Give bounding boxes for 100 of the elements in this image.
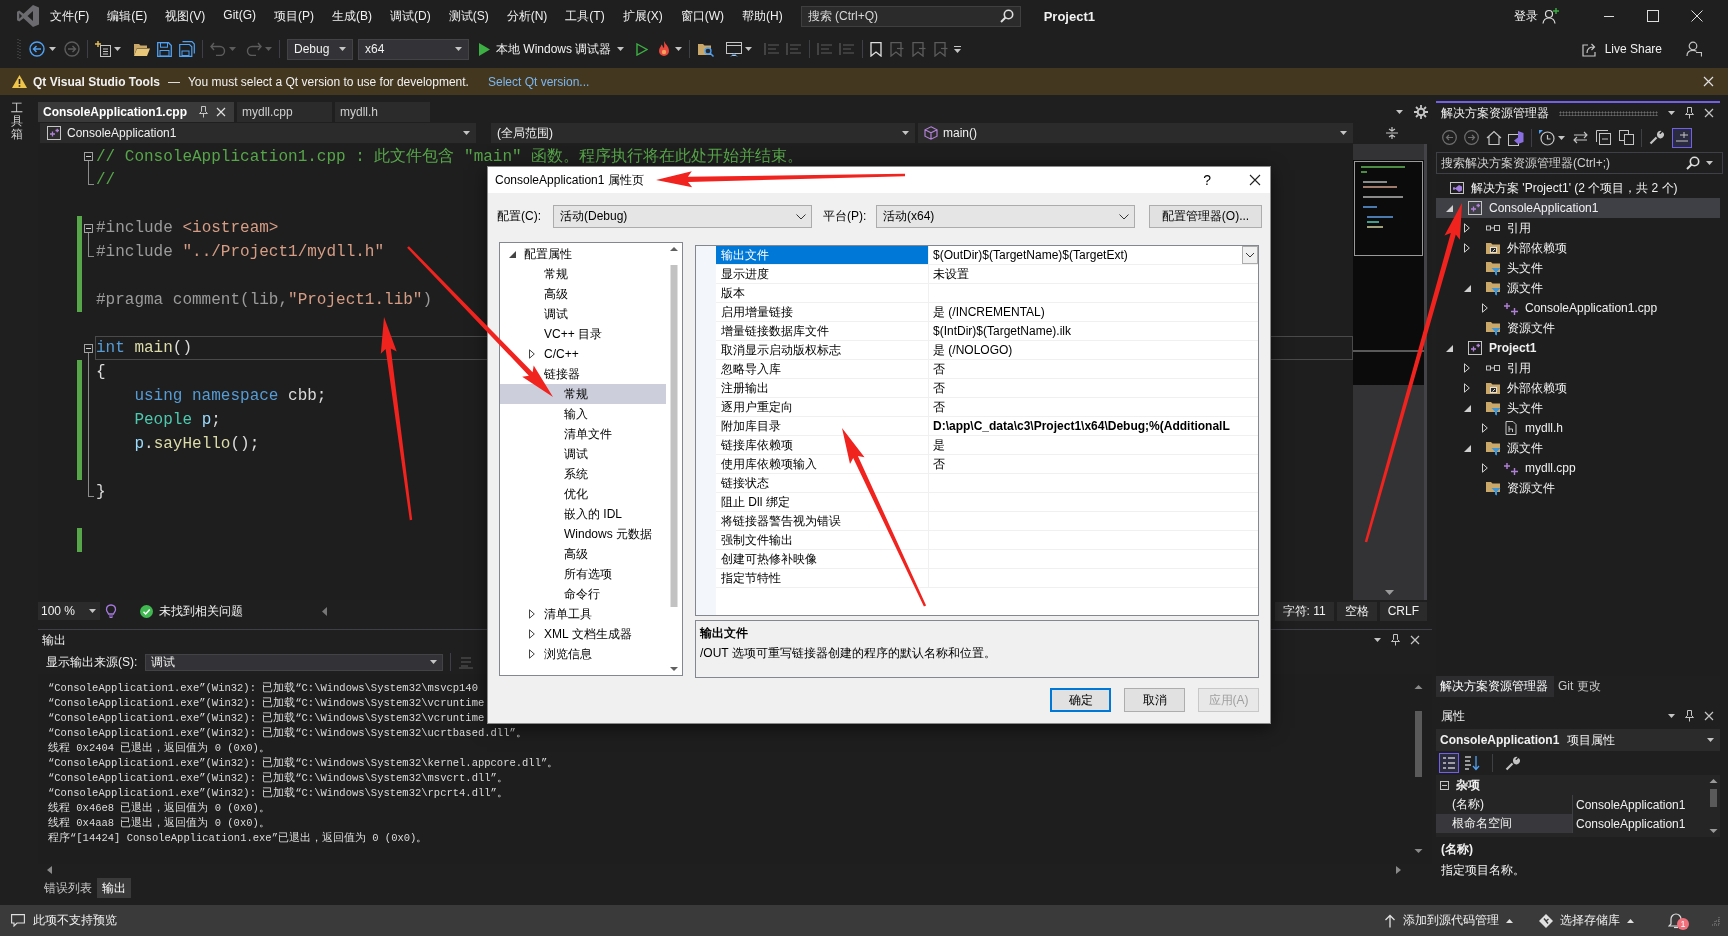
scroll-right-icon[interactable] [1396, 866, 1401, 874]
expanded-arrow-icon[interactable] [508, 250, 516, 258]
platform-dropdown[interactable]: 活动(x64) [876, 205, 1135, 228]
wrench-icon[interactable] [1505, 755, 1520, 771]
menu-item[interactable]: 生成(B) [332, 7, 372, 25]
tree-item[interactable]: 命令行 [500, 584, 666, 604]
new-file-icon[interactable] [95, 41, 111, 57]
menu-item[interactable]: 视图(V) [165, 7, 206, 25]
pin-icon[interactable] [1685, 107, 1694, 119]
expanded-arrow-icon[interactable] [1446, 344, 1453, 352]
back-icon[interactable] [29, 41, 45, 57]
caret-icon[interactable] [1668, 714, 1675, 718]
scroll-down-icon[interactable] [670, 667, 678, 671]
collapse-icon[interactable] [84, 223, 93, 233]
tree-item[interactable]: 高级 [500, 284, 666, 304]
caret-icon[interactable] [1668, 111, 1675, 115]
forward-icon[interactable] [64, 41, 80, 57]
source-control-button[interactable]: 添加到源代码管理 [1384, 912, 1513, 929]
tree-item[interactable]: XML 文档生成器 [500, 624, 666, 644]
menu-item[interactable]: Git(G) [223, 7, 256, 25]
property-name[interactable]: 版本 [716, 284, 929, 303]
menu-item[interactable]: 扩展(X) [622, 7, 663, 25]
tree-item[interactable]: 资源文件 [1436, 318, 1720, 338]
menu-item[interactable]: 工具(T) [565, 7, 605, 25]
collapsed-arrow-icon[interactable] [529, 349, 535, 359]
pin-icon[interactable] [199, 106, 208, 118]
expanded-arrow-icon[interactable] [1464, 284, 1471, 292]
panel-tab[interactable]: Git 更改 [1554, 676, 1607, 697]
tree-item[interactable]: 清单文件 [500, 424, 666, 444]
open-folder-icon[interactable] [133, 41, 150, 57]
window-logo-icon[interactable] [1508, 129, 1524, 146]
tree-item[interactable]: 优化 [500, 484, 666, 504]
tree-item[interactable]: 浏览信息 [500, 644, 666, 664]
tree-item[interactable]: 头文件 [1436, 398, 1720, 418]
scope-dropdown[interactable]: (全局范围) [491, 123, 915, 143]
save-all-icon[interactable] [179, 41, 195, 57]
configuration-manager-button[interactable]: 配置管理器(O)... [1149, 205, 1262, 228]
sort-icon[interactable] [1464, 755, 1480, 771]
caret-icon[interactable] [1627, 918, 1634, 923]
scroll-down-icon[interactable] [1414, 849, 1423, 853]
save-icon[interactable] [157, 41, 172, 57]
person-plus-icon[interactable] [1542, 8, 1560, 24]
overflow-icon[interactable] [954, 45, 962, 53]
tree-item[interactable]: Project1 [1436, 338, 1720, 358]
property-name[interactable]: 显示进度 [716, 265, 929, 284]
back-icon[interactable] [1442, 130, 1457, 145]
document-tab[interactable]: mydll.cpp [237, 102, 332, 122]
collapsed-arrow-icon[interactable] [529, 609, 535, 619]
menu-item[interactable]: 编辑(E) [107, 7, 148, 25]
scrollbar-thumb[interactable] [1415, 711, 1422, 777]
caret-icon[interactable] [745, 47, 753, 51]
cursor-position[interactable]: 字符: 11 [1274, 601, 1334, 621]
split-icon[interactable] [1385, 126, 1399, 140]
menu-item[interactable]: 窗口(W) [680, 7, 724, 25]
collapsed-arrow-icon[interactable] [529, 649, 535, 659]
tree-item[interactable]: 高级 [500, 544, 666, 564]
platform-dropdown[interactable]: x64 [358, 38, 469, 60]
scroll-down-icon[interactable] [1385, 590, 1394, 595]
tree-item[interactable]: 调试 [500, 304, 666, 324]
expanded-arrow-icon[interactable] [1446, 204, 1453, 212]
collapse-icon[interactable] [84, 343, 93, 353]
bookmark-icon[interactable] [870, 41, 883, 57]
tree-item[interactable]: mydll.cpp [1436, 458, 1720, 478]
select-version-link[interactable]: Select Qt version... [487, 74, 590, 89]
tree-item[interactable]: VC++ 目录 [500, 324, 666, 344]
caret-icon[interactable] [1396, 110, 1403, 114]
menu-item[interactable]: 帮助(H) [742, 7, 783, 25]
document-tab[interactable]: ConsoleApplication1.cpp [38, 102, 234, 122]
tree-item[interactable]: 引用 [1436, 358, 1720, 378]
property-name[interactable]: (名称) [1436, 795, 1572, 814]
copy-icon[interactable] [1619, 130, 1634, 145]
chevron-icon[interactable] [1242, 246, 1258, 264]
scroll-left-icon[interactable] [322, 606, 327, 616]
issues-status[interactable]: 未找到相关问题 [159, 602, 243, 620]
tree-item[interactable]: 常规 [500, 264, 666, 284]
project-dropdown[interactable]: ConsoleApplication1 [40, 123, 476, 143]
zoom-dropdown[interactable]: 100 % [38, 602, 100, 620]
caret-icon[interactable] [114, 47, 121, 51]
tree-item[interactable]: 输入 [500, 404, 666, 424]
tree-item[interactable]: 清单工具 [500, 604, 666, 624]
tree-item[interactable]: ConsoleApplication1 [1436, 198, 1720, 218]
repository-button[interactable]: 选择存储库 [1539, 912, 1634, 929]
framed-list-icon[interactable] [1439, 753, 1459, 773]
start-debugging-button[interactable]: 本地 Windows 调试器 [477, 38, 627, 60]
member-dropdown[interactable]: main() [918, 123, 1353, 143]
tree-item[interactable]: ConsoleApplication1.cpp [1436, 298, 1720, 318]
document-tab[interactable]: mydll.h [335, 102, 430, 122]
caret-icon[interactable] [1558, 135, 1565, 140]
property-name[interactable]: 忽略导入库 [716, 360, 929, 379]
folder-search-icon[interactable] [697, 41, 715, 57]
scroll-left-icon[interactable] [47, 866, 52, 874]
tree-item[interactable]: 资源文件 [1436, 478, 1720, 498]
tree-item[interactable]: 调试 [500, 444, 666, 464]
scrollbar-thumb[interactable] [1710, 789, 1717, 807]
resize-grip-icon[interactable] [1710, 915, 1720, 926]
maximize-icon[interactable] [1647, 10, 1659, 22]
collapse-icon[interactable] [84, 151, 93, 161]
collapse-icon[interactable] [1440, 780, 1449, 790]
tree-item[interactable]: 配置属性 [500, 244, 666, 264]
scrollbar-thumb[interactable] [670, 265, 678, 607]
